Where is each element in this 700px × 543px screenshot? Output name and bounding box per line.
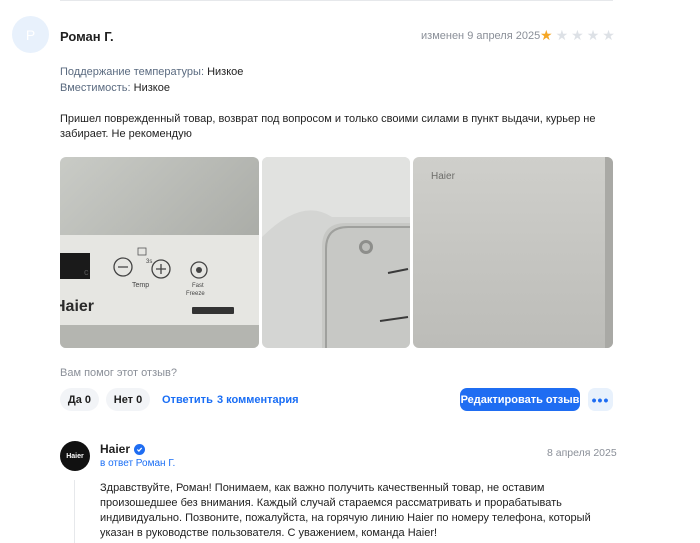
rating-stars: ★ ★ ★ ★ ★	[540, 28, 615, 42]
panel-temp-label: Temp	[132, 282, 149, 289]
panel-timer-label: 3s	[146, 259, 152, 265]
lid-brand-logo: Haier	[431, 171, 456, 182]
panel-brand-logo: Haier	[60, 298, 94, 315]
param-temperature: Поддержание температуры: Низкое	[60, 66, 243, 78]
review-text: Пришел поврежденный товар, возврат под в…	[60, 113, 596, 140]
reply-date: 8 апреля 2025	[547, 447, 617, 459]
review-photo-lid-surface[interactable]: Haier	[413, 157, 613, 348]
edited-date: изменен 9 апреля 2025	[421, 30, 541, 42]
reply-link[interactable]: Ответить	[162, 394, 213, 406]
star-icon: ★	[586, 27, 600, 43]
comments-link[interactable]: 3 комментария	[217, 394, 299, 406]
more-options-button[interactable]: •••	[588, 388, 613, 411]
star-icon: ★	[555, 27, 569, 43]
reply-text: Здравствуйте, Роман! Понимаем, как важно…	[100, 482, 591, 539]
edit-review-button[interactable]: Редактировать отзыв	[460, 388, 580, 411]
param-capacity: Вместимость: Низкое	[60, 82, 170, 94]
reply-author-name: Haier	[100, 442, 131, 456]
panel-freeze-label: Freeze	[186, 291, 205, 297]
review-photo-control-panel[interactable]: c 3s Temp Fast Freeze Haier	[60, 157, 259, 348]
reply-thread-line	[74, 480, 75, 543]
star-icon: ★	[571, 27, 584, 43]
verified-badge-icon	[134, 443, 146, 455]
divider	[60, 0, 613, 1]
review-photo-lid-corner[interactable]	[262, 157, 410, 348]
helpful-question: Вам помог этот отзыв?	[60, 367, 177, 379]
reply-to-link[interactable]: в ответ Роман Г.	[100, 458, 175, 469]
param-label: Поддержание температуры:	[60, 66, 205, 78]
star-icon: ★	[602, 27, 615, 43]
author-name[interactable]: Роман Г.	[60, 29, 114, 44]
param-label: Вместимость:	[60, 82, 131, 94]
avatar: Р	[12, 16, 49, 53]
param-value: Низкое	[133, 82, 170, 94]
yes-button[interactable]: Да 0	[60, 388, 99, 411]
star-icon: ★	[540, 27, 553, 43]
param-value: Низкое	[207, 66, 244, 78]
reply-author[interactable]: Haier	[100, 442, 146, 456]
brand-avatar: Haier	[60, 441, 90, 471]
no-button[interactable]: Нет 0	[106, 388, 150, 411]
svg-text:c: c	[84, 267, 89, 277]
panel-fast-label: Fast	[192, 283, 204, 289]
